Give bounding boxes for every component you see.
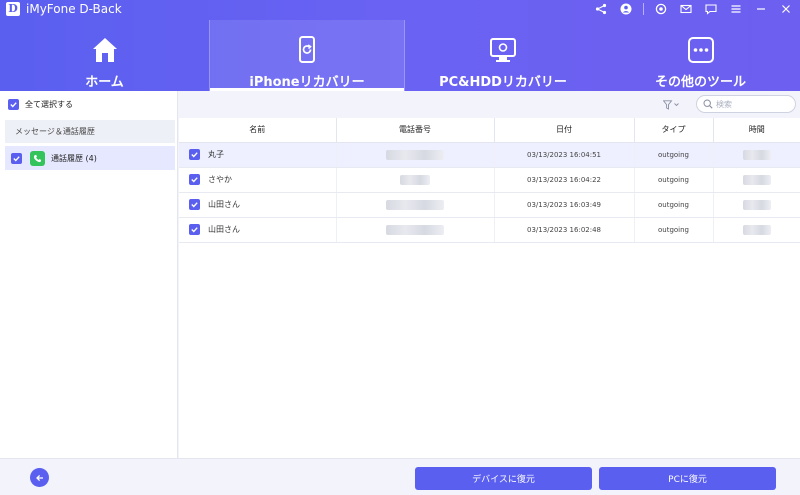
column-header-duration[interactable]: 時間 (713, 118, 800, 143)
pc-recovery-icon (488, 35, 518, 65)
category-header: メッセージ＆通話履歴 (5, 120, 175, 143)
contact-name: 山田さん (208, 200, 240, 209)
call-history-table: 名前 電話番号 日付 タイプ 時間 丸子 03/13/2023 16:04:51… (179, 118, 800, 243)
duration-cell (713, 192, 800, 218)
iphone-recovery-icon (292, 35, 322, 65)
column-header-date[interactable]: 日付 (494, 118, 635, 143)
footer-bar: デバイスに復元 PCに復元 (0, 458, 800, 495)
phone-cell (336, 167, 495, 193)
search-input[interactable] (716, 99, 790, 109)
restore-to-pc-button[interactable]: PCに復元 (599, 467, 776, 490)
close-icon[interactable] (778, 1, 794, 17)
title-bar-controls (584, 1, 794, 17)
redacted-phone-number (386, 149, 444, 160)
share-icon[interactable] (593, 1, 609, 17)
results-panel: 名前 電話番号 日付 タイプ 時間 丸子 03/13/2023 16:04:51… (179, 91, 800, 458)
redacted-phone-number (386, 224, 444, 235)
mail-icon[interactable] (678, 1, 694, 17)
redacted-duration (742, 199, 771, 210)
redacted-phone-number (386, 199, 444, 210)
contact-name: さやか (208, 175, 232, 184)
contact-name: 山田さん (208, 225, 240, 234)
type-cell: outgoing (634, 217, 714, 243)
type-cell: outgoing (634, 167, 714, 193)
table-row[interactable]: 山田さん 03/13/2023 16:02:48 outgoing (179, 217, 800, 243)
date-cell: 03/13/2023 16:03:49 (494, 192, 635, 218)
select-all-label: 全て選択する (25, 100, 73, 109)
table-row[interactable]: さやか 03/13/2023 16:04:22 outgoing (179, 167, 800, 193)
arrow-left-icon (35, 474, 43, 481)
table-row[interactable]: 丸子 03/13/2023 16:04:51 outgoing (179, 142, 800, 168)
row-checkbox[interactable] (189, 149, 200, 160)
app-title: iMyFone D-Back (26, 2, 122, 16)
row-checkbox[interactable] (189, 174, 200, 185)
select-all-checkbox[interactable] (8, 99, 19, 110)
restore-to-device-button[interactable]: デバイスに復元 (415, 467, 592, 490)
redacted-duration (742, 149, 771, 160)
sidebar-item-label: 通話履歴 (4) (51, 153, 97, 163)
tab-more-tools[interactable]: その他のツール (601, 20, 800, 91)
type-cell: outgoing (634, 142, 714, 168)
row-checkbox[interactable] (189, 199, 200, 210)
call-history-checkbox[interactable] (11, 152, 22, 164)
redacted-duration (742, 224, 771, 235)
phone-cell (336, 142, 495, 168)
search-icon (703, 99, 713, 109)
tab-home[interactable]: ホーム (0, 20, 209, 91)
filter-icon[interactable] (663, 99, 683, 111)
tab-pc-recovery[interactable]: PC&HDDリカバリー (405, 20, 601, 91)
row-checkbox[interactable] (189, 224, 200, 235)
duration-cell (713, 142, 800, 168)
name-cell: 山田さん (179, 192, 337, 218)
minimize-icon[interactable] (753, 1, 769, 17)
account-icon[interactable] (618, 1, 634, 17)
contact-name: 丸子 (208, 150, 224, 159)
name-cell: さやか (179, 167, 337, 193)
redacted-phone-number (400, 174, 430, 185)
tab-more-tools-label: その他のツール (654, 75, 746, 90)
feedback-icon[interactable] (703, 1, 719, 17)
date-cell: 03/13/2023 16:02:48 (494, 217, 635, 243)
settings-icon[interactable] (653, 1, 669, 17)
category-sidebar: 全て選択する メッセージ＆通話履歴 通話履歴 (4) (0, 91, 178, 458)
back-button[interactable] (30, 468, 49, 487)
table-row[interactable]: 山田さん 03/13/2023 16:03:49 outgoing (179, 192, 800, 218)
column-header-name[interactable]: 名前 (179, 118, 337, 143)
name-cell: 丸子 (179, 142, 337, 168)
duration-cell (713, 167, 800, 193)
tab-pc-recovery-label: PC&HDDリカバリー (439, 75, 567, 90)
sidebar-item-call-history[interactable]: 通話履歴 (4) (5, 146, 175, 170)
menu-icon[interactable] (728, 1, 744, 17)
date-cell: 03/13/2023 16:04:22 (494, 167, 635, 193)
date-cell: 03/13/2023 16:04:51 (494, 142, 635, 168)
type-cell: outgoing (634, 192, 714, 218)
redacted-duration (742, 174, 771, 185)
results-toolbar (179, 91, 800, 118)
column-header-phone[interactable]: 電話番号 (336, 118, 495, 143)
app-header: D iMyFone D-Back ホーム iPhoneリカバリー PC&HDDリ… (0, 0, 800, 91)
duration-cell (713, 217, 800, 243)
tab-home-label: ホーム (85, 75, 124, 90)
title-bar-divider (643, 3, 644, 15)
column-header-type[interactable]: タイプ (634, 118, 714, 143)
phone-cell (336, 192, 495, 218)
app-logo: D (6, 2, 20, 16)
more-tools-icon (686, 35, 716, 65)
table-header-row: 名前 電話番号 日付 タイプ 時間 (179, 118, 800, 143)
title-bar: D iMyFone D-Back (0, 0, 800, 18)
home-icon (90, 35, 120, 65)
search-box[interactable] (696, 95, 796, 113)
select-all[interactable]: 全て選択する (8, 99, 73, 110)
tab-iphone-recovery[interactable]: iPhoneリカバリー (209, 20, 405, 91)
phone-icon (30, 150, 45, 166)
name-cell: 山田さん (179, 217, 337, 243)
phone-cell (336, 217, 495, 243)
main-nav: ホーム iPhoneリカバリー PC&HDDリカバリー その他のツール (0, 20, 800, 91)
